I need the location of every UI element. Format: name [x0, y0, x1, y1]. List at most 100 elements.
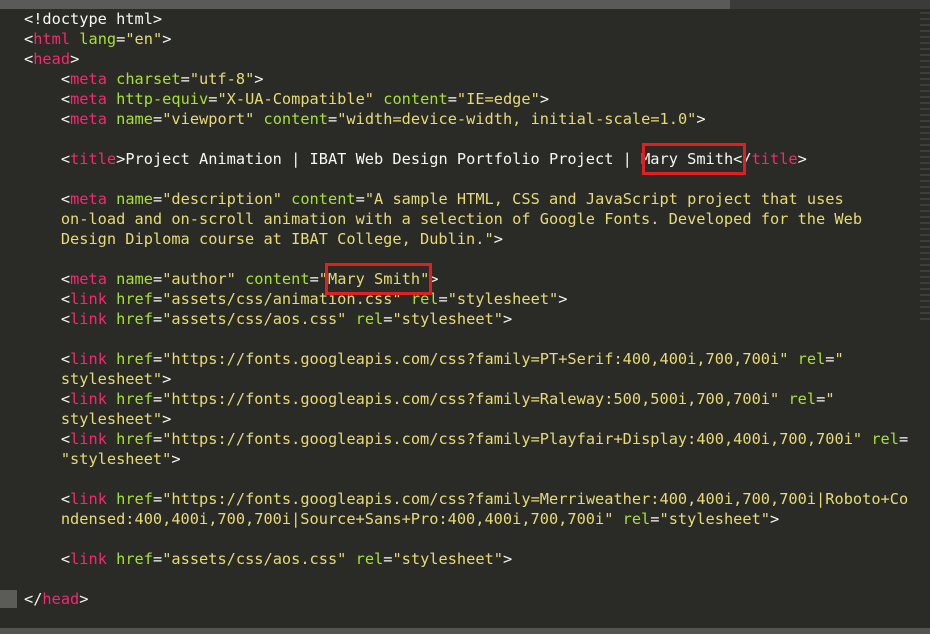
- code-token: >: [502, 550, 513, 568]
- code-token: html: [33, 30, 71, 48]
- code-token: =: [898, 430, 909, 448]
- code-token: link: [70, 390, 107, 408]
- code-token: "description": [162, 190, 282, 208]
- code-token: "width=device-width, initial-scale=1.0": [337, 110, 697, 128]
- code-line[interactable]: <link href="https://fonts.googleapis.com…: [24, 389, 908, 409]
- code-token: href: [116, 550, 153, 568]
- code-line[interactable]: ​: [24, 569, 908, 589]
- code-token: http-equiv: [116, 90, 209, 108]
- code-token: link: [70, 310, 107, 328]
- code-token: "utf-8": [189, 70, 255, 88]
- code-line[interactable]: <link href="assets/css/animation.css" re…: [24, 289, 908, 309]
- code-token: >: [162, 30, 172, 48]
- code-token: Design Diploma course at IBAT College, D…: [24, 230, 494, 248]
- code-line[interactable]: <!doctype html>: [24, 9, 908, 29]
- code-token: <: [24, 550, 71, 568]
- code-token: >: [70, 50, 80, 68]
- code-token: >Project Animation | IBAT Web Design Por…: [116, 150, 752, 168]
- code-line[interactable]: <link href="https://fonts.googleapis.com…: [24, 349, 908, 369]
- code-token: href: [116, 390, 153, 408]
- code-line[interactable]: ndensed:400,400i,700,700i|Source+Sans+Pr…: [24, 509, 908, 529]
- code-line[interactable]: ​: [24, 129, 908, 149]
- minimap[interactable]: [920, 12, 930, 330]
- code-token: =: [152, 550, 163, 568]
- code-token: >: [770, 510, 780, 528]
- code-line[interactable]: ​: [24, 329, 908, 349]
- code-token: =: [650, 510, 660, 528]
- code-token: =: [152, 270, 163, 288]
- code-line[interactable]: <meta name="description" content="A samp…: [24, 189, 908, 209]
- code-token: >: [171, 450, 181, 468]
- code-token: "https://fonts.googleapis.com/css?family…: [162, 390, 780, 408]
- code-token: </: [24, 590, 43, 608]
- code-line[interactable]: <meta name="author" content="Mary Smith"…: [24, 269, 908, 289]
- code-line[interactable]: stylesheet">: [24, 369, 908, 389]
- code-token: "assets/css/animation.css": [162, 290, 402, 308]
- code-token: "author": [162, 270, 236, 288]
- code-token: "stylesheet": [24, 450, 172, 468]
- code-token: =: [152, 430, 163, 448]
- code-line[interactable]: ​: [24, 469, 908, 489]
- code-line[interactable]: <link href="assets/css/aos.css" rel="sty…: [24, 309, 908, 329]
- code-text-area[interactable]: <!doctype html> <html lang="en"> <head> <m…: [24, 9, 908, 609]
- code-token: href: [116, 310, 153, 328]
- code-line[interactable]: on-load and on-scroll animation with a s…: [24, 209, 908, 229]
- code-token: <: [24, 270, 71, 288]
- code-line[interactable]: <meta charset="utf-8">: [24, 69, 908, 89]
- code-token: <: [24, 30, 34, 48]
- code-line[interactable]: <meta http-equiv = "X-UA-Compatible" conte…: [24, 89, 908, 109]
- code-token: "stylesheet": [392, 550, 503, 568]
- code-token: <: [24, 430, 71, 448]
- code-token: meta: [70, 270, 107, 288]
- code-token: >: [502, 310, 513, 328]
- code-token: name: [116, 270, 153, 288]
- code-line[interactable]: ​: [24, 169, 908, 189]
- code-line[interactable]: <meta name="viewport" content="width=dev…: [24, 109, 908, 129]
- code-token: <: [24, 110, 71, 128]
- code-token: "https://fonts.googleapis.com/css?family…: [162, 350, 789, 368]
- code-editor[interactable]: <!doctype html> <html lang="en"> <head> <m…: [0, 0, 930, 634]
- code-token: "https://fonts.googleapis.com/css?family…: [162, 430, 863, 448]
- code-line[interactable]: <head>: [24, 49, 908, 69]
- code-token: charset: [116, 70, 181, 88]
- code-line[interactable]: ​: [24, 529, 908, 549]
- code-line[interactable]: </head>: [24, 589, 908, 609]
- code-token: content: [291, 190, 356, 208]
- code-token: >: [162, 370, 172, 388]
- code-token: ": [825, 390, 835, 408]
- code-token: href: [116, 350, 153, 368]
- code-token: =: [152, 190, 163, 208]
- code-line[interactable]: <link href="https://fonts.googleapis.com…: [24, 489, 908, 509]
- code-line[interactable]: ​: [24, 249, 908, 269]
- code-token: <: [24, 490, 71, 508]
- code-line[interactable]: <link href="https://fonts.googleapis.com…: [24, 429, 908, 449]
- code-token: name: [116, 110, 153, 128]
- code-token: >: [254, 70, 264, 88]
- code-token: <: [24, 190, 71, 208]
- code-line[interactable]: "stylesheet">: [24, 449, 908, 469]
- code-line[interactable]: <link href="assets/css/aos.css" rel="sty…: [24, 549, 908, 569]
- code-token: "Mary Smith": [318, 270, 430, 288]
- current-line-gutter-marker: [0, 590, 17, 608]
- editor-top-bar: [0, 0, 930, 9]
- code-token: =: [152, 390, 163, 408]
- code-token: "X-UA-Compatible": [217, 90, 375, 108]
- code-token: >: [162, 410, 172, 428]
- code-token: =: [152, 310, 163, 328]
- code-token: name: [116, 190, 153, 208]
- code-line[interactable]: <html lang="en">: [24, 29, 908, 49]
- code-line[interactable]: stylesheet">: [24, 409, 908, 429]
- code-token: rel: [871, 430, 899, 448]
- code-token: "en": [125, 30, 163, 48]
- code-line[interactable]: <title>Project Animation | IBAT Web Desi…: [24, 149, 908, 169]
- code-line[interactable]: Design Diploma course at IBAT College, D…: [24, 229, 908, 249]
- code-token: =: [816, 390, 826, 408]
